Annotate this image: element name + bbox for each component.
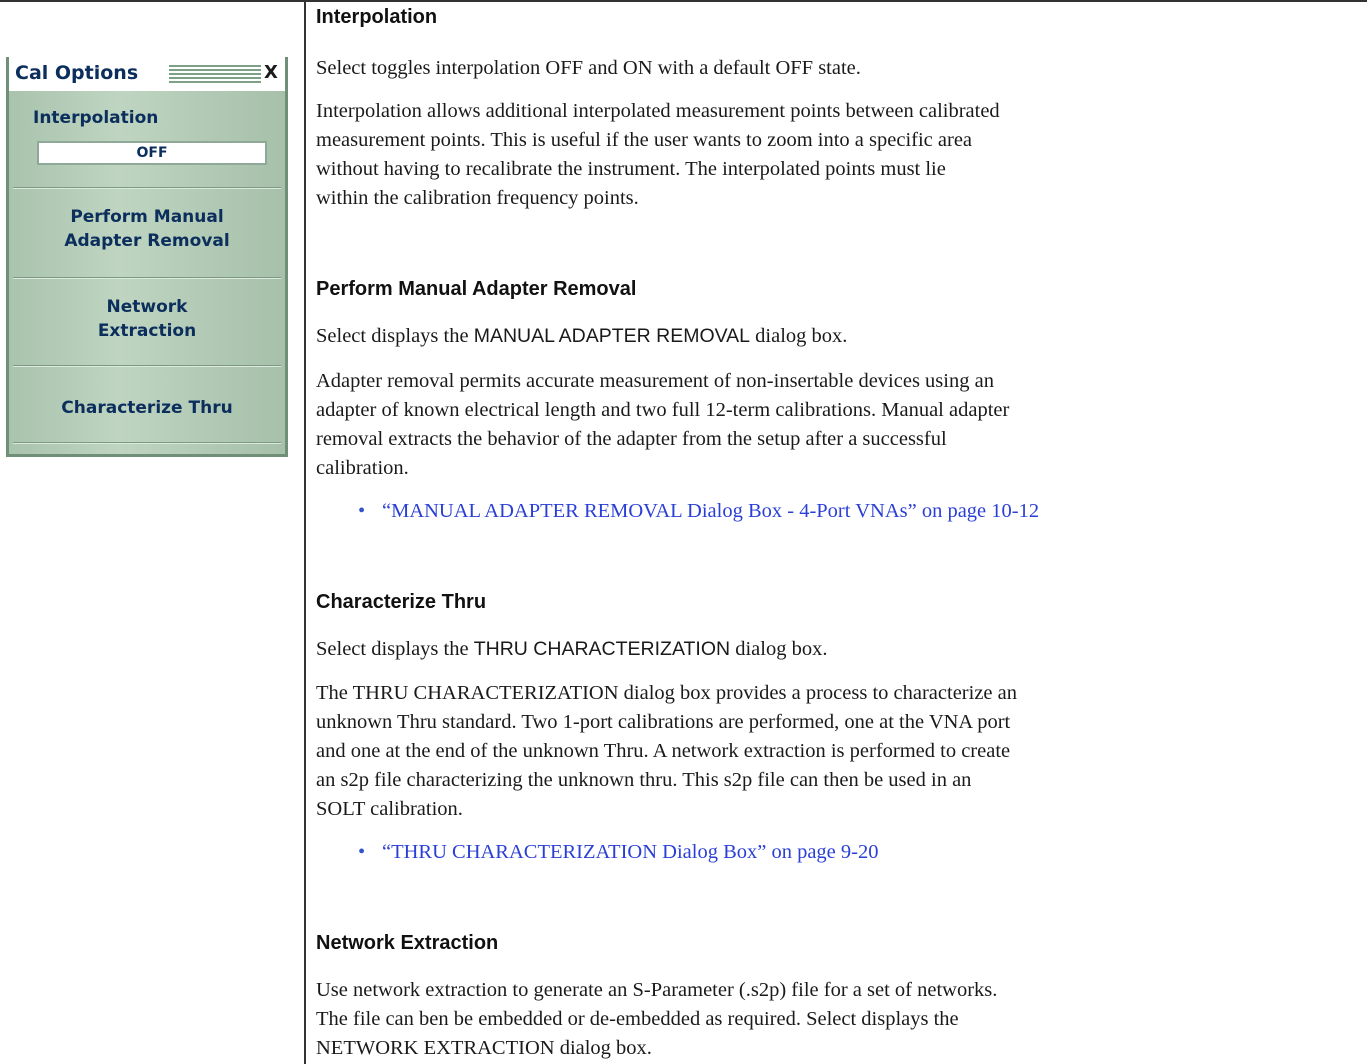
button-label-line: Perform Manual bbox=[70, 207, 224, 227]
column-divider bbox=[304, 0, 306, 1064]
button-label-line: Network bbox=[106, 297, 188, 317]
button-label-line: Extraction bbox=[97, 321, 197, 341]
paragraph-line: Use network extraction to generate an S-… bbox=[316, 979, 998, 1001]
paragraph-line: unknown Thru standard. Two 1-port calibr… bbox=[316, 711, 1011, 733]
cross-reference-link[interactable]: “THRU CHARACTERIZATION Dialog Box” on pa… bbox=[382, 838, 878, 867]
button-label-line: Characterize Thru bbox=[61, 398, 233, 418]
text-run: dialog box. bbox=[730, 638, 828, 660]
network-extraction-button[interactable]: Network Extraction bbox=[9, 295, 285, 343]
dialog-name: THRU CHARACTERIZATION bbox=[473, 638, 731, 660]
cross-reference-link[interactable]: “MANUAL ADAPTER REMOVAL Dialog Box - 4-P… bbox=[382, 497, 1039, 526]
menu-separator bbox=[13, 365, 281, 367]
close-icon[interactable]: X bbox=[261, 61, 281, 85]
bullet-icon: • bbox=[358, 841, 366, 863]
paragraph-line: The file can ben be embedded or de-embed… bbox=[316, 1008, 959, 1030]
menu-separator bbox=[13, 277, 281, 279]
paragraph-line: removal extracts the behavior of the ada… bbox=[316, 428, 947, 450]
paragraph-line: an s2p file characterizing the unknown t… bbox=[316, 769, 972, 791]
paragraph-line: Adapter removal permits accurate measure… bbox=[316, 370, 994, 392]
heading-characterize-thru: Characterize Thru bbox=[316, 591, 487, 613]
title-bar-stripes bbox=[169, 65, 265, 83]
panel-title: Cal Options bbox=[15, 62, 145, 84]
text-run: Select displays the bbox=[316, 638, 474, 660]
paragraph: Select displays the THRU CHARACTERIZATIO… bbox=[316, 635, 1356, 664]
heading-network-extraction: Network Extraction bbox=[316, 932, 499, 954]
text-run: Select displays the bbox=[316, 325, 474, 347]
interpolation-toggle[interactable]: OFF bbox=[37, 141, 267, 165]
paragraph-line: The THRU CHARACTERIZATION dialog box pro… bbox=[316, 682, 1017, 704]
paragraph-line: adapter of known electrical length and t… bbox=[316, 399, 1010, 421]
text-run: dialog box. bbox=[750, 325, 848, 347]
paragraph-line: SOLT calibration. bbox=[316, 798, 463, 820]
menu-separator bbox=[13, 187, 281, 189]
paragraph: Select displays the MANUAL ADAPTER REMOV… bbox=[316, 322, 1356, 351]
cal-options-panel: Cal Options X Interpolation OFF Perform … bbox=[6, 57, 288, 457]
paragraph-line: within the calibration frequency points. bbox=[316, 187, 639, 209]
bullet-icon: • bbox=[358, 500, 366, 522]
dialog-name: MANUAL ADAPTER REMOVAL bbox=[473, 325, 751, 347]
paragraph-line: measurement points. This is useful if th… bbox=[316, 129, 973, 151]
top-rule bbox=[0, 0, 1367, 2]
paragraph: Select toggles interpolation OFF and ON … bbox=[316, 57, 861, 79]
heading-interpolation: Interpolation bbox=[316, 6, 438, 28]
button-label-line: Adapter Removal bbox=[64, 231, 230, 251]
paragraph-line: NETWORK EXTRACTION dialog box. bbox=[316, 1037, 652, 1059]
characterize-thru-button[interactable]: Characterize Thru bbox=[9, 396, 285, 420]
heading-perform-manual-adapter-removal: Perform Manual Adapter Removal bbox=[316, 278, 637, 300]
paragraph-line: without having to recalibrate the instru… bbox=[316, 158, 946, 180]
paragraph-line: and one at the end of the unknown Thru. … bbox=[316, 740, 1011, 762]
menu-separator bbox=[13, 442, 281, 444]
perform-manual-adapter-removal-button[interactable]: Perform Manual Adapter Removal bbox=[9, 205, 285, 253]
paragraph-line: calibration. bbox=[316, 457, 409, 479]
panel-title-bar: Cal Options X bbox=[9, 57, 285, 91]
interpolation-label: Interpolation bbox=[33, 108, 159, 128]
paragraph-line: Interpolation allows additional interpol… bbox=[316, 100, 1000, 122]
